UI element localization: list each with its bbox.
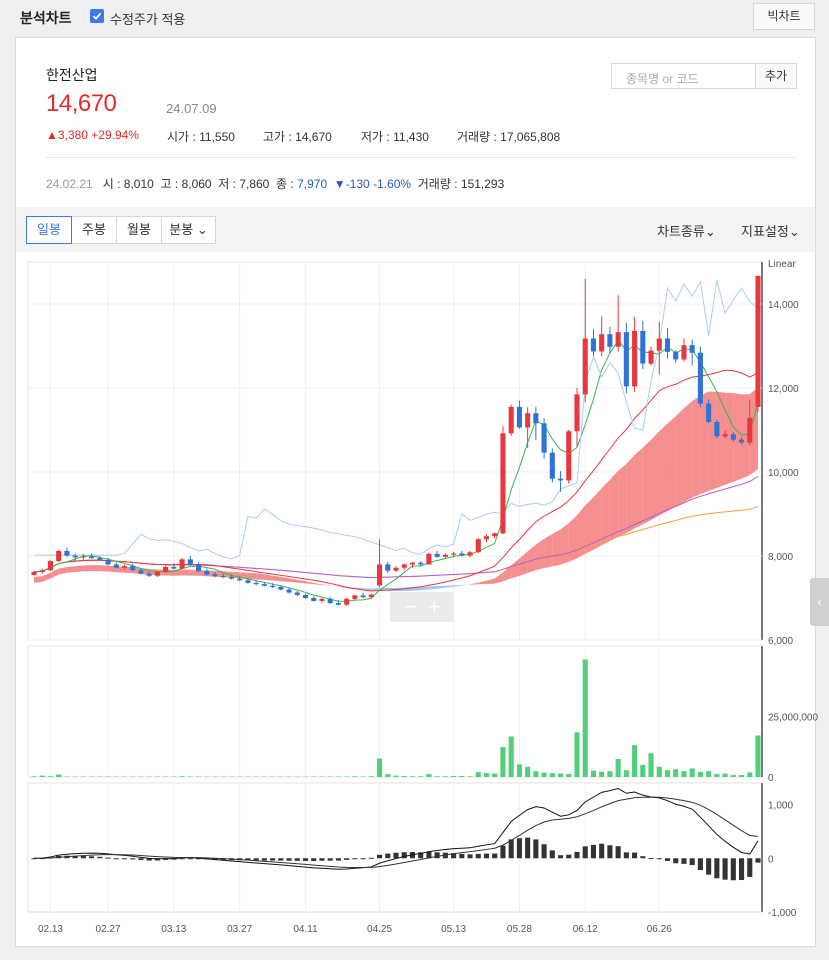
tab-daily[interactable]: 일봉: [26, 216, 72, 244]
tab-weekly[interactable]: 주봉: [71, 216, 117, 244]
big-chart-button[interactable]: 빅차트: [753, 3, 815, 30]
change-value: 3,380: [57, 128, 88, 142]
chevron-left-icon: ‹: [817, 595, 822, 609]
low-price: 저가 : 11,430: [361, 130, 429, 144]
chevron-down-icon: ⌄: [788, 224, 800, 239]
chevron-down-icon: ⌄: [704, 224, 716, 239]
check-icon: [92, 12, 102, 20]
change-percent: +29.94%: [91, 128, 139, 142]
hover-quote: 24.02.21 시 : 8,010 고 : 8,060 저 : 7,860 종…: [46, 177, 505, 191]
volume-info: 거래량 : 17,065,808: [457, 130, 561, 144]
down-arrow-icon: ▼: [333, 177, 346, 191]
top-bar: 분석차트 수정주가 적용 빅차트: [0, 0, 829, 33]
price-change: ▲3,380 +29.94%: [46, 128, 139, 142]
high-price: 고가 : 14,670: [263, 130, 332, 144]
adjusted-price-checkbox[interactable]: [90, 9, 104, 23]
chevron-down-icon: ⌄: [196, 222, 208, 237]
collapse-panel-button[interactable]: ‹: [810, 578, 829, 626]
up-arrow-icon: ▲: [46, 128, 58, 142]
divider: [46, 157, 797, 158]
indicator-settings-menu[interactable]: 지표설정⌄: [741, 221, 800, 240]
tab-monthly[interactable]: 월봉: [116, 216, 162, 244]
add-stock-button[interactable]: 추가: [756, 63, 797, 89]
quote-date: 24.07.09: [166, 101, 217, 116]
tab-minute[interactable]: 분봉 ⌄: [161, 216, 216, 244]
stock-search-input[interactable]: 종목명 or 코드: [611, 63, 756, 89]
open-price: 시가 : 11,550: [167, 130, 235, 144]
current-price: 14,670: [46, 90, 117, 117]
chart-panel: [15, 37, 816, 947]
chart-type-menu[interactable]: 차트종류⌄: [657, 221, 716, 240]
chart-title: 분석차트: [20, 10, 72, 26]
adjusted-price-label[interactable]: 수정주가 적용: [110, 9, 185, 28]
stock-name: 한전산업: [46, 67, 98, 83]
